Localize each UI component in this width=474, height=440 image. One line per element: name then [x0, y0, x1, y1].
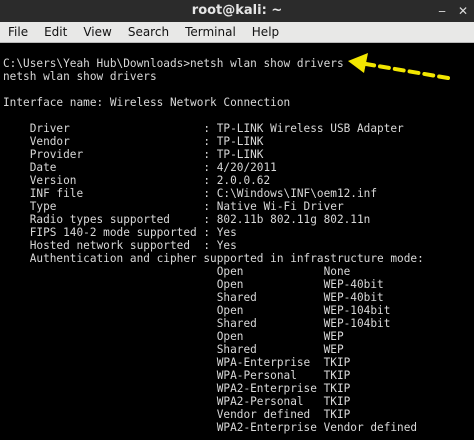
terminal-line: Hosted network supported : Yes [3, 239, 237, 252]
minimize-icon[interactable]: ‒ [438, 4, 446, 18]
terminal-line: FIPS 140-2 mode supported : Yes [3, 226, 237, 239]
window-titlebar[interactable]: root@kali: ~ ‒ ✕ [0, 0, 474, 23]
terminal-line: Vendor defined TKIP [3, 408, 351, 421]
terminal-line: WPA-Enterprise TKIP [3, 356, 351, 369]
menu-terminal[interactable]: Terminal [177, 22, 244, 42]
terminal-line: C:\Users\Yeah Hub\Downloads>netsh wlan s… [3, 57, 344, 70]
menu-file[interactable]: File [0, 22, 36, 42]
terminal-line: WPA-Personal TKIP [3, 369, 351, 382]
terminal-line: WPA2-Enterprise Vendor defined [3, 421, 418, 434]
terminal-line: netsh wlan show drivers [3, 70, 157, 83]
terminal-line: Open WEP-40bit [3, 278, 384, 291]
terminal-line: Open WEP [3, 330, 344, 343]
menu-view[interactable]: View [75, 22, 119, 42]
terminal-line: Shared WEP-40bit [3, 291, 384, 304]
menu-bar: File Edit View Search Terminal Help [0, 22, 474, 43]
terminal-line: Open None [3, 265, 351, 278]
window-controls: ‒ ✕ [438, 4, 468, 18]
terminal-line: Date : 4/20/2011 [3, 161, 277, 174]
terminal-line: Shared WEP-104bit [3, 317, 391, 330]
menu-edit[interactable]: Edit [36, 22, 75, 42]
terminal-line: Open WEP-104bit [3, 304, 391, 317]
terminal-line: INF file : C:\Windows\INF\oem12.inf [3, 187, 378, 200]
window-title: root@kali: ~ [191, 3, 283, 18]
menu-search[interactable]: Search [120, 22, 177, 42]
close-icon[interactable]: ✕ [458, 4, 468, 18]
arrow-annotation-icon [348, 53, 450, 80]
terminal-line: Type : Native Wi-Fi Driver [3, 200, 344, 213]
terminal-line: Interface name: Wireless Network Connect… [3, 96, 291, 109]
terminal-output[interactable]: C:\Users\Yeah Hub\Downloads>netsh wlan s… [0, 43, 474, 440]
terminal-line: Shared WEP [3, 343, 344, 356]
terminal-line: Authentication and cipher supported in i… [3, 252, 424, 265]
menu-help[interactable]: Help [244, 22, 287, 42]
terminal-line: WPA2-Personal TKIP [3, 395, 351, 408]
terminal-line: Provider : TP-LINK [3, 148, 264, 161]
terminal-line: WPA2-Enterprise TKIP [3, 382, 351, 395]
terminal-line: Radio types supported : 802.11b 802.11g … [3, 213, 371, 226]
terminal-line: Driver : TP-LINK Wireless USB Adapter [3, 122, 404, 135]
terminal-line: Vendor : TP-LINK [3, 135, 264, 148]
terminal-line: Version : 2.0.0.62 [3, 174, 271, 187]
